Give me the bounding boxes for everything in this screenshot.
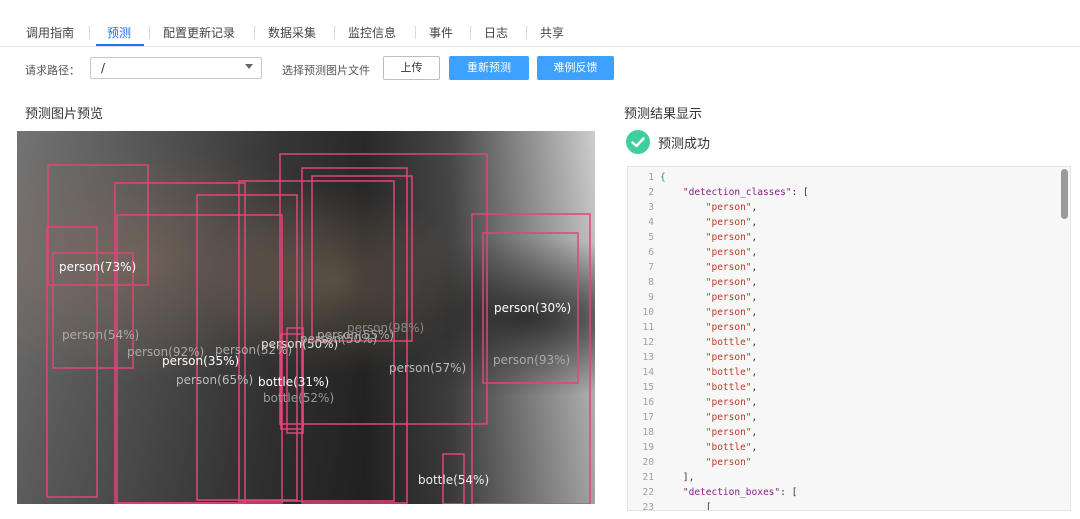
- code-line: 3 "person",: [648, 202, 758, 213]
- tab-separator: [526, 26, 527, 39]
- detection-label: person(98%): [347, 321, 424, 335]
- detection-overlay: person(73%) person(54%) person(92%) pers…: [46, 153, 591, 504]
- tab-separator: [89, 26, 90, 39]
- code-line: 10 "person",: [642, 307, 758, 318]
- detection-label: bottle(54%): [418, 473, 489, 487]
- code-line: 7 "person",: [648, 262, 758, 273]
- request-path-value: /: [101, 61, 106, 75]
- code-line: 18 "person",: [642, 427, 758, 438]
- choose-file-label: 选择预测图片文件: [282, 64, 370, 77]
- detection-box: [311, 175, 413, 342]
- request-path-label: 请求路径：: [25, 64, 80, 77]
- code-line: 19 "bottle",: [642, 442, 758, 453]
- hard-example-feedback-button[interactable]: 难例反馈: [537, 56, 614, 80]
- code-line: 1{: [648, 172, 666, 183]
- prediction-status-text: 预测成功: [658, 137, 711, 152]
- code-line: 17 "person",: [642, 412, 758, 423]
- tab-separator: [149, 26, 150, 39]
- detection-label: person(35%): [162, 354, 239, 368]
- code-line: 21 ],: [642, 472, 695, 483]
- code-line: 20 "person": [642, 457, 752, 468]
- detection-label: person(57%): [389, 361, 466, 375]
- tab-config-history[interactable]: 配置更新记录: [163, 24, 235, 41]
- prediction-image-preview: person(73%) person(54%) person(92%) pers…: [17, 131, 595, 504]
- tab-separator: [415, 26, 416, 39]
- code-line: 2 "detection_classes": [: [648, 187, 809, 198]
- detection-label: person(73%): [59, 260, 136, 274]
- detection-label: person(93%): [493, 353, 570, 367]
- chevron-down-icon: [245, 64, 253, 69]
- code-line: 9 "person",: [648, 292, 758, 303]
- preview-title: 预测图片预览: [25, 107, 104, 122]
- tab-predict[interactable]: 预测: [107, 24, 131, 41]
- request-path-select[interactable]: /: [90, 57, 262, 79]
- detection-label: bottle(31%): [258, 375, 329, 389]
- code-line: 11 "person",: [642, 322, 758, 333]
- code-line: 12 "bottle",: [642, 337, 758, 348]
- check-circle-icon: [626, 130, 650, 154]
- result-title: 预测结果显示: [624, 107, 703, 122]
- tab-separator: [254, 26, 255, 39]
- code-line: 13 "person",: [642, 352, 758, 363]
- code-line: 14 "bottle",: [642, 367, 758, 378]
- repredict-button[interactable]: 重新预测: [449, 56, 529, 80]
- code-line: 6 "person",: [648, 247, 758, 258]
- code-line: 8 "person",: [648, 277, 758, 288]
- detection-label: person(30%): [494, 301, 571, 315]
- code-line: 15 "bottle",: [642, 382, 758, 393]
- tab-monitoring[interactable]: 监控信息: [348, 24, 396, 41]
- tab-separator: [470, 26, 471, 39]
- code-line: 22 "detection_boxes": [: [642, 487, 798, 498]
- vertical-scrollbar[interactable]: [1061, 169, 1068, 219]
- tab-events[interactable]: 事件: [429, 24, 453, 41]
- json-result-viewer[interactable]: 1{ 2 "detection_classes": [ 3 "person", …: [627, 166, 1071, 511]
- code-line: 5 "person",: [648, 232, 758, 243]
- active-tab-indicator: [96, 44, 144, 46]
- tab-guide[interactable]: 调用指南: [26, 24, 74, 41]
- detection-label: bottle(52%): [263, 391, 334, 405]
- detection-label: person(65%): [176, 373, 253, 387]
- tab-data-collection[interactable]: 数据采集: [268, 24, 316, 41]
- code-line: 16 "person",: [642, 397, 758, 408]
- code-line: 4 "person",: [648, 217, 758, 228]
- code-line: 23 [: [642, 502, 712, 511]
- tab-bar: 调用指南 预测 配置更新记录 数据采集 监控信息 事件 日志 共享: [0, 0, 1080, 47]
- detection-label: person(54%): [62, 328, 139, 342]
- tab-logs[interactable]: 日志: [484, 24, 508, 41]
- tab-share[interactable]: 共享: [540, 24, 564, 41]
- upload-button[interactable]: 上传: [383, 56, 440, 80]
- tab-separator: [334, 26, 335, 39]
